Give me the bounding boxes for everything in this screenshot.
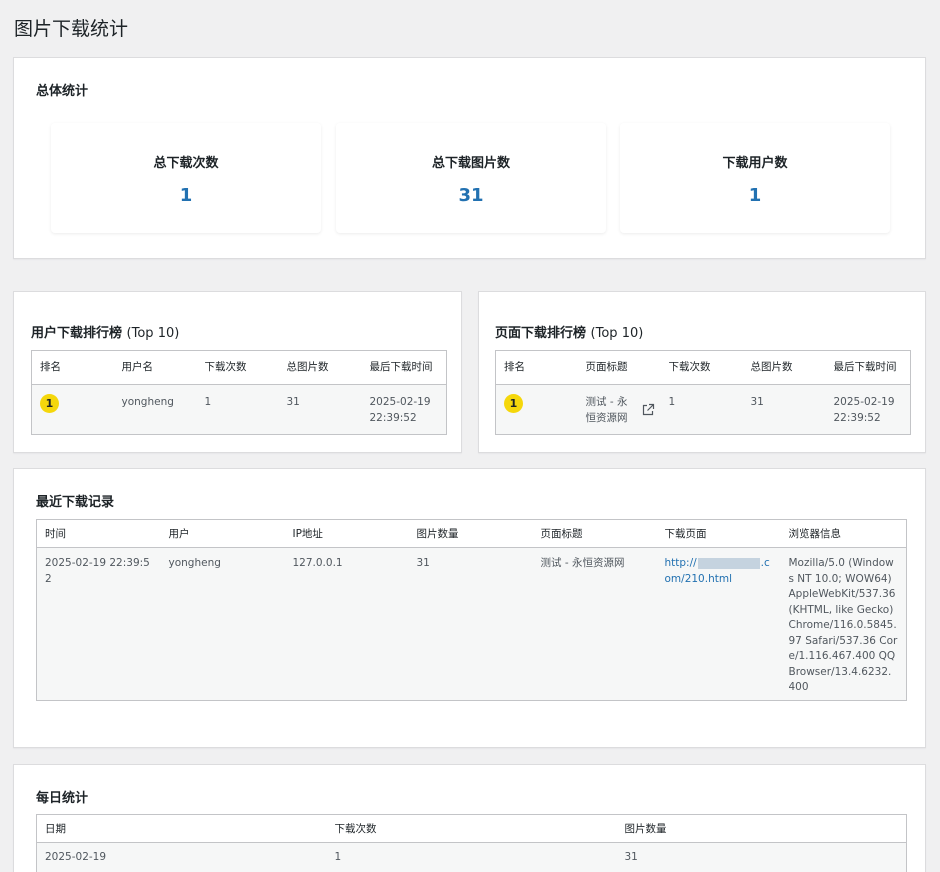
column-header: IP地址 (284, 519, 409, 548)
column-header: 图片数量 (616, 814, 907, 843)
rank-badge: 1 (504, 394, 523, 413)
downloads-cell: 1 (668, 396, 676, 408)
user-rank-title-suffix: (Top 10) (126, 326, 180, 341)
column-header: 下载次数 (326, 814, 617, 843)
page-title: 图片下载统计 (14, 18, 129, 40)
username-cell: yongheng (121, 396, 174, 408)
column-header: 最后下载时间 (825, 350, 911, 385)
rank-cell: 1 (496, 385, 578, 435)
downloads-cell: 1 (204, 396, 212, 408)
column-header: 页面标题 (577, 350, 661, 385)
user-rank-title-text: 用户下载排行榜 (31, 326, 123, 341)
page-rank-title: 页面下载排行榜 (Top 10) (495, 322, 643, 341)
column-header: 排名 (495, 350, 578, 385)
stat-label: 总下载图片数 (431, 156, 510, 171)
stat-label: 下载用户数 (722, 156, 788, 171)
column-header: 日期 (36, 814, 327, 843)
column-header: 时间 (36, 519, 161, 548)
stat-card-total-downloads: 总下载次数 1 (51, 123, 321, 233)
recent-downloads-table: 时间 用户 IP地址 图片数量 页面标题 下载页面 浏览器信息 2025-02-… (36, 519, 907, 701)
external-link-icon[interactable] (642, 403, 655, 416)
time-cell: 2025-02-19 22:39:52 (45, 557, 150, 585)
table-header-row: 时间 用户 IP地址 图片数量 页面标题 下载页面 浏览器信息 (36, 519, 907, 548)
table-row: 2025-02-19 1 31 (36, 842, 907, 872)
overall-stats-title: 总体统计 (36, 84, 89, 99)
table-header-row: 排名 页面标题 下载次数 总图片数 最后下载时间 (495, 350, 911, 385)
last-time-cell: 2025-02-19 22:39:52 (833, 396, 895, 424)
rank-cell: 1 (32, 385, 114, 435)
column-header: 最后下载时间 (361, 350, 447, 385)
column-header: 图片数量 (408, 519, 533, 548)
downloads-cell: 1 (334, 851, 342, 863)
page-title-cell: 测试 - 永恒资源网 (578, 385, 661, 435)
images-cell: 31 (416, 557, 430, 569)
stat-label: 总下载次数 (153, 156, 219, 171)
page-rank-title-text: 页面下载排行榜 (495, 326, 587, 341)
column-header: 下载次数 (660, 350, 743, 385)
column-header: 总图片数 (742, 350, 826, 385)
last-time-cell: 2025-02-19 22:39:52 (369, 396, 431, 424)
daily-stats-title: 每日统计 (36, 791, 89, 806)
redacted-domain (697, 557, 760, 569)
stat-value: 1 (179, 185, 193, 206)
column-header: 下载页面 (656, 519, 781, 548)
table-header-row: 排名 用户名 下载次数 总图片数 最后下载时间 (31, 350, 447, 385)
images-cell: 31 (624, 851, 638, 863)
daily-stats-table: 日期 下载次数 图片数量 2025-02-19 1 31 (36, 814, 907, 872)
page-rank-panel: 页面下载排行榜 (Top 10) 排名 页面标题 下载次数 总图片数 最后下载时… (478, 291, 926, 453)
download-page-link[interactable]: http://.com/210.html (665, 557, 770, 585)
recent-downloads-panel: 最近下载记录 时间 用户 IP地址 图片数量 页面标题 下载页面 浏览器信息 2… (13, 468, 926, 748)
user-rank-table: 排名 用户名 下载次数 总图片数 最后下载时间 1 yongheng 1 31 … (31, 350, 447, 435)
column-header: 页面标题 (532, 519, 657, 548)
table-row: 1 测试 - 永恒资源网 1 31 2025-02-19 22:39:52 (495, 384, 911, 435)
stat-value: 1 (748, 185, 762, 206)
rank-badge: 1 (40, 394, 59, 413)
overall-stats-panel: 总体统计 总下载次数 1 总下载图片数 31 下载用户数 1 (13, 57, 926, 259)
table-header-row: 日期 下载次数 图片数量 (36, 814, 907, 843)
page-title-text: 测试 - 永恒资源网 (585, 396, 628, 424)
date-cell: 2025-02-19 (45, 851, 107, 863)
column-header: 用户名 (113, 350, 197, 385)
url-prefix: http:// (664, 557, 697, 569)
images-cell: 31 (286, 396, 300, 408)
table-row: 1 yongheng 1 31 2025-02-19 22:39:52 (31, 384, 447, 435)
column-header: 排名 (31, 350, 114, 385)
daily-stats-panel: 每日统计 日期 下载次数 图片数量 2025-02-19 1 31 (13, 764, 926, 872)
column-header: 总图片数 (278, 350, 362, 385)
page-rank-title-suffix: (Top 10) (590, 326, 644, 341)
recent-downloads-title: 最近下载记录 (36, 495, 115, 510)
stat-value: 31 (458, 185, 484, 206)
images-cell: 31 (750, 396, 764, 408)
browser-cell: Mozilla/5.0 (Windows NT 10.0; WOW64) App… (788, 557, 898, 693)
column-header: 下载次数 (196, 350, 279, 385)
ip-cell: 127.0.0.1 (292, 557, 343, 569)
user-cell: yongheng (168, 557, 221, 569)
column-header: 用户 (160, 519, 285, 548)
user-rank-title: 用户下载排行榜 (Top 10) (31, 322, 179, 341)
stat-card-total-images: 总下载图片数 31 (336, 123, 606, 233)
column-header: 浏览器信息 (780, 519, 907, 548)
user-rank-panel: 用户下载排行榜 (Top 10) 排名 用户名 下载次数 总图片数 最后下载时间… (13, 291, 462, 453)
download-page-cell: http://.com/210.html (657, 548, 781, 701)
stat-card-download-users: 下载用户数 1 (620, 123, 890, 233)
table-row: 2025-02-19 22:39:52 yongheng 127.0.0.1 3… (36, 547, 907, 701)
page-rank-table: 排名 页面标题 下载次数 总图片数 最后下载时间 1 测试 - 永恒资源网 1 … (495, 350, 911, 435)
page-title-cell: 测试 - 永恒资源网 (540, 557, 625, 569)
